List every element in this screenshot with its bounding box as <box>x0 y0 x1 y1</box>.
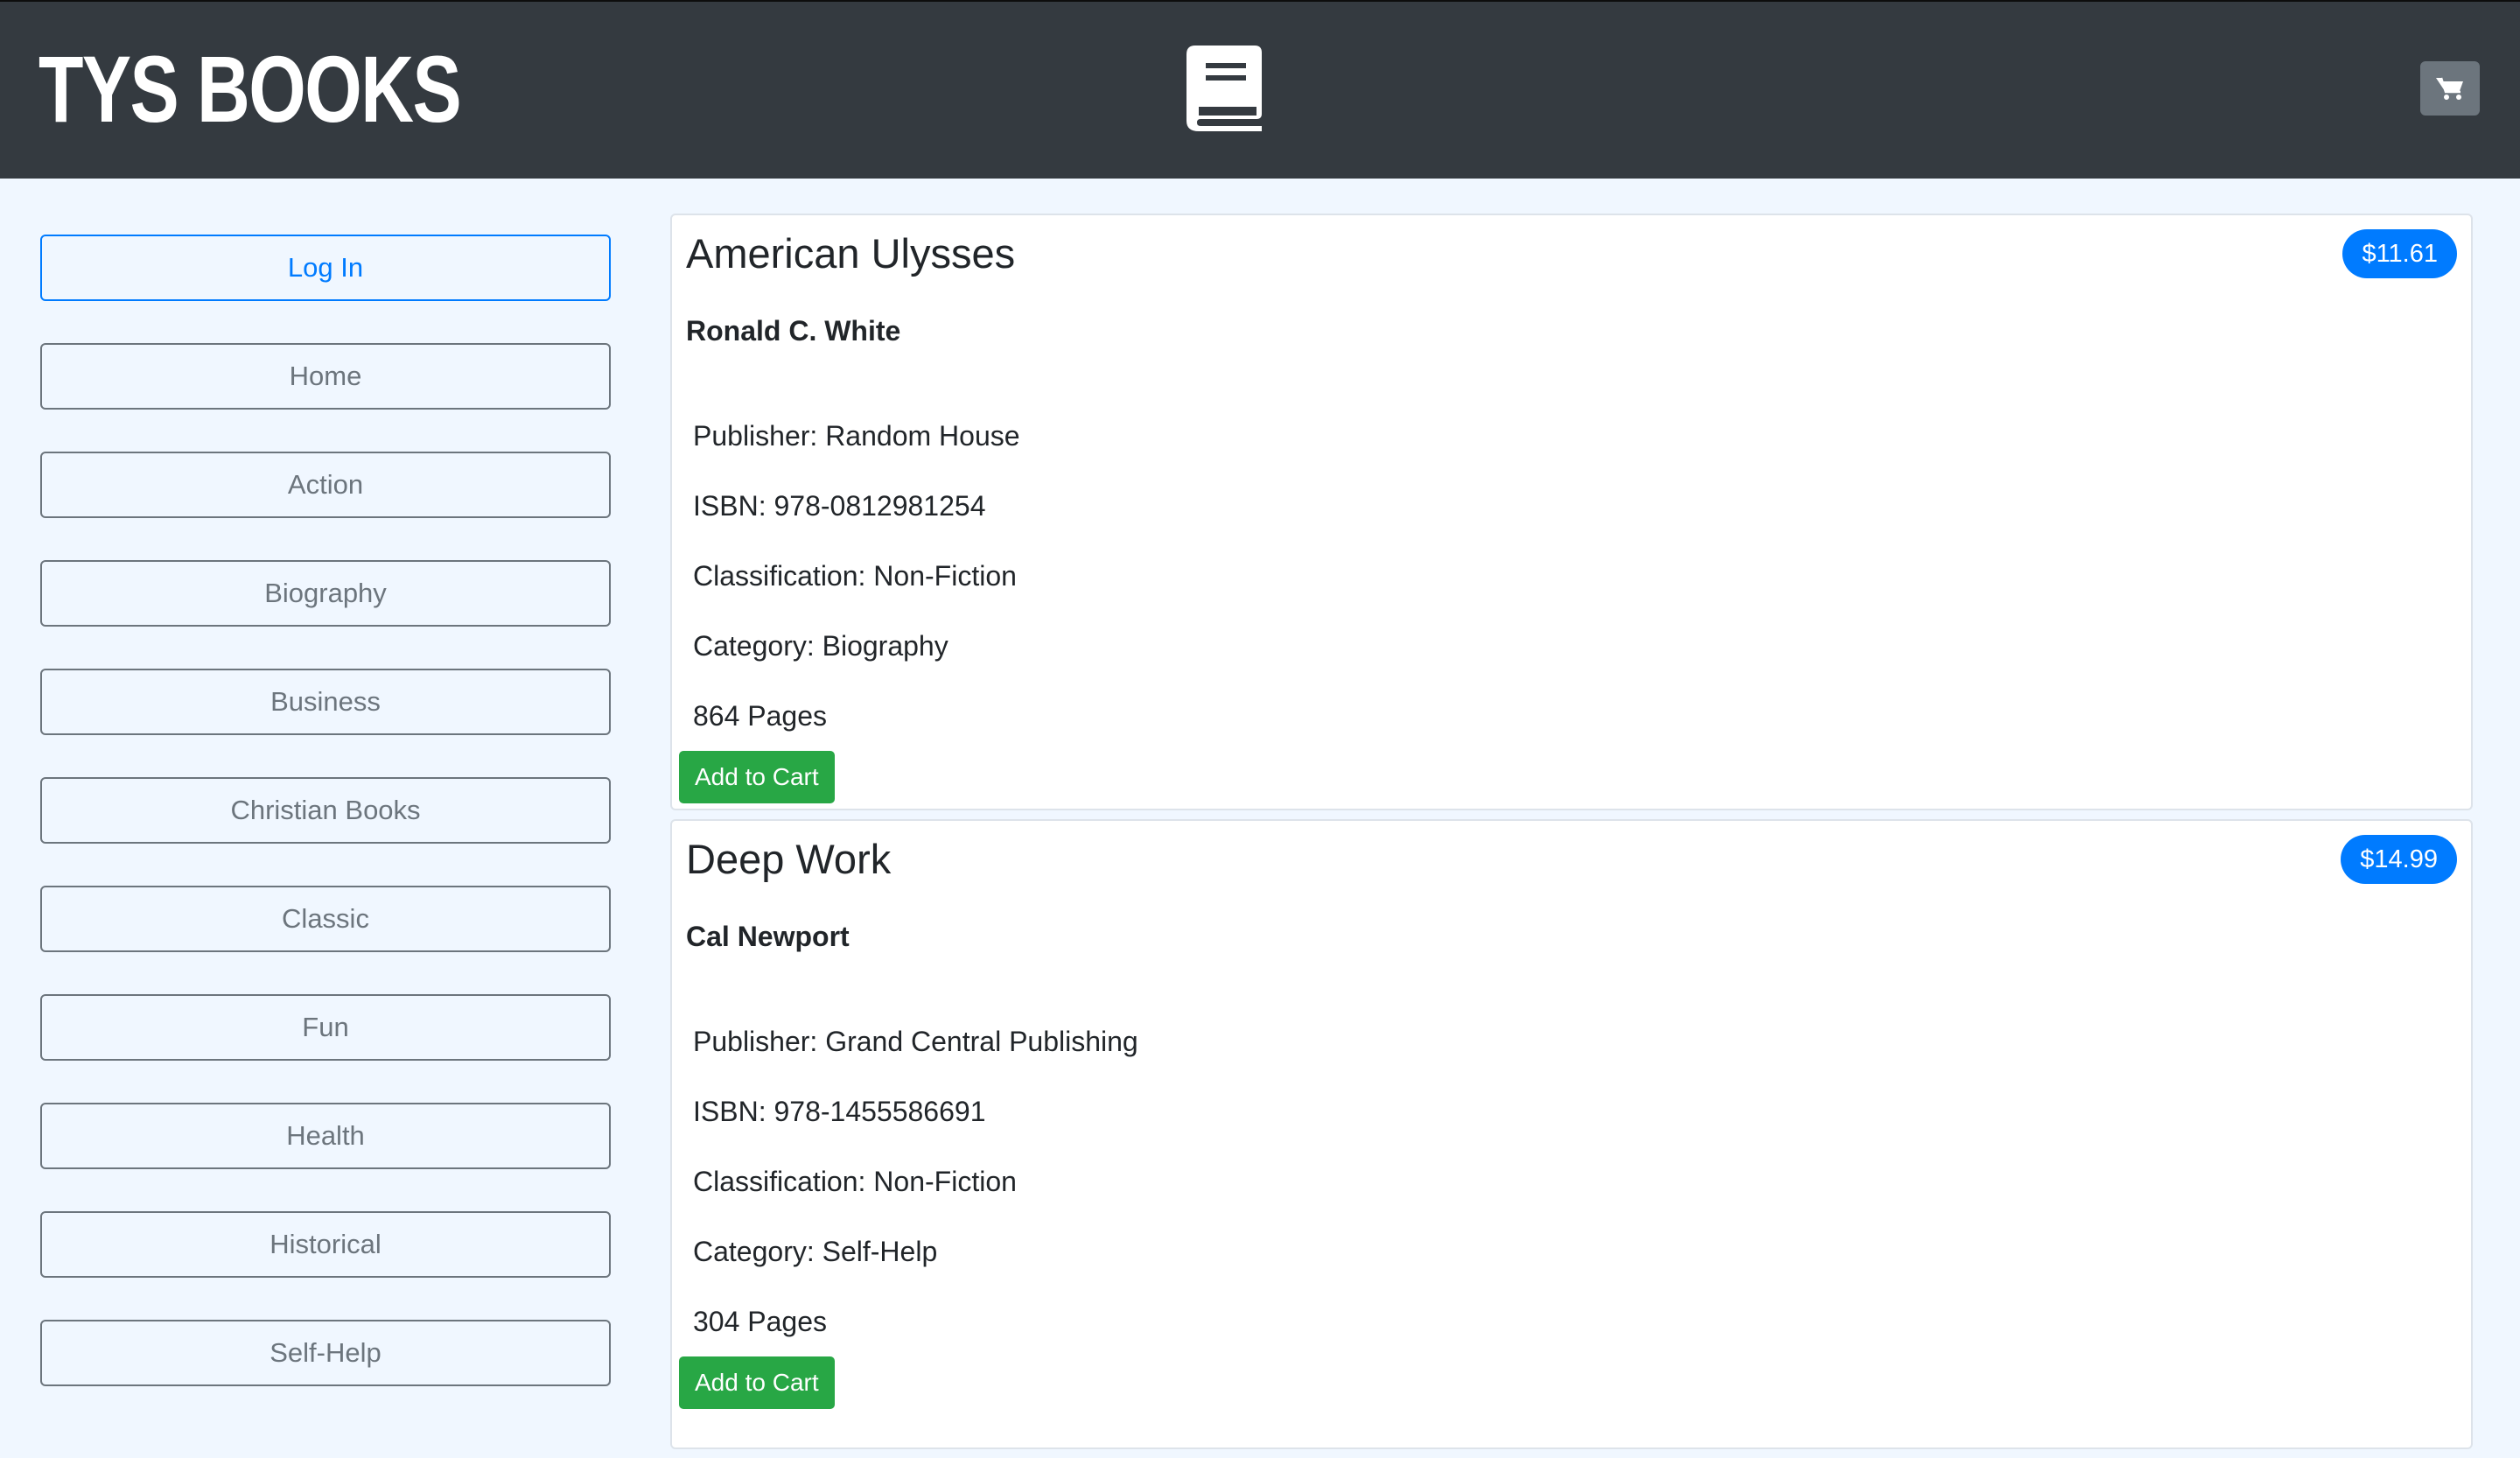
book-isbn: ISBN: 978-1455586691 <box>693 1096 986 1127</box>
add-to-cart-button[interactable]: Add to Cart <box>679 1356 835 1409</box>
sidebar-item-biography[interactable]: Biography <box>40 560 611 627</box>
brand-logo[interactable]: TYS BOOKS <box>38 42 462 137</box>
book-card: American Ulysses $11.61 Ronald C. White … <box>670 214 2473 810</box>
book-card: Deep Work $14.99 Cal Newport Publisher: … <box>670 819 2473 1449</box>
book-category: Category: Self-Help <box>693 1236 938 1267</box>
price-badge: $11.61 <box>2342 229 2457 278</box>
book-classification: Classification: Non-Fiction <box>693 560 1017 592</box>
sidebar-item-health[interactable]: Health <box>40 1103 611 1169</box>
sidebar-item-action[interactable]: Action <box>40 452 611 518</box>
sidebar-item-business[interactable]: Business <box>40 669 611 735</box>
book-publisher: Publisher: Random House <box>693 420 1020 452</box>
sidebar-item-fun[interactable]: Fun <box>40 994 611 1061</box>
book-publisher: Publisher: Grand Central Publishing <box>693 1026 1138 1057</box>
book-pages: 304 Pages <box>693 1306 828 1337</box>
book-author: Ronald C. White <box>686 315 901 347</box>
cart-button[interactable] <box>2420 61 2480 116</box>
sidebar-item-historical[interactable]: Historical <box>40 1211 611 1278</box>
book-classification: Classification: Non-Fiction <box>693 1166 1017 1197</box>
add-to-cart-button[interactable]: Add to Cart <box>679 751 835 803</box>
book-author: Cal Newport <box>686 921 850 952</box>
top-navbar: TYS BOOKS <box>0 0 2520 179</box>
sidebar-item-classic[interactable]: Classic <box>40 886 611 952</box>
book-category: Category: Biography <box>693 630 948 662</box>
shopping-cart-icon <box>2436 77 2463 100</box>
price-badge: $14.99 <box>2341 835 2457 884</box>
login-button[interactable]: Log In <box>40 235 611 301</box>
book-icon <box>1186 46 1262 131</box>
book-pages: 864 Pages <box>693 700 828 732</box>
category-sidebar: Log In Home Action Biography Business Ch… <box>40 235 611 1428</box>
sidebar-item-christian-books[interactable]: Christian Books <box>40 777 611 844</box>
book-list: American Ulysses $11.61 Ronald C. White … <box>670 214 2473 1458</box>
book-isbn: ISBN: 978-0812981254 <box>693 490 986 522</box>
book-title: American Ulysses <box>686 230 1016 277</box>
sidebar-item-home[interactable]: Home <box>40 343 611 410</box>
book-title: Deep Work <box>686 836 892 882</box>
sidebar-item-self-help[interactable]: Self-Help <box>40 1320 611 1386</box>
